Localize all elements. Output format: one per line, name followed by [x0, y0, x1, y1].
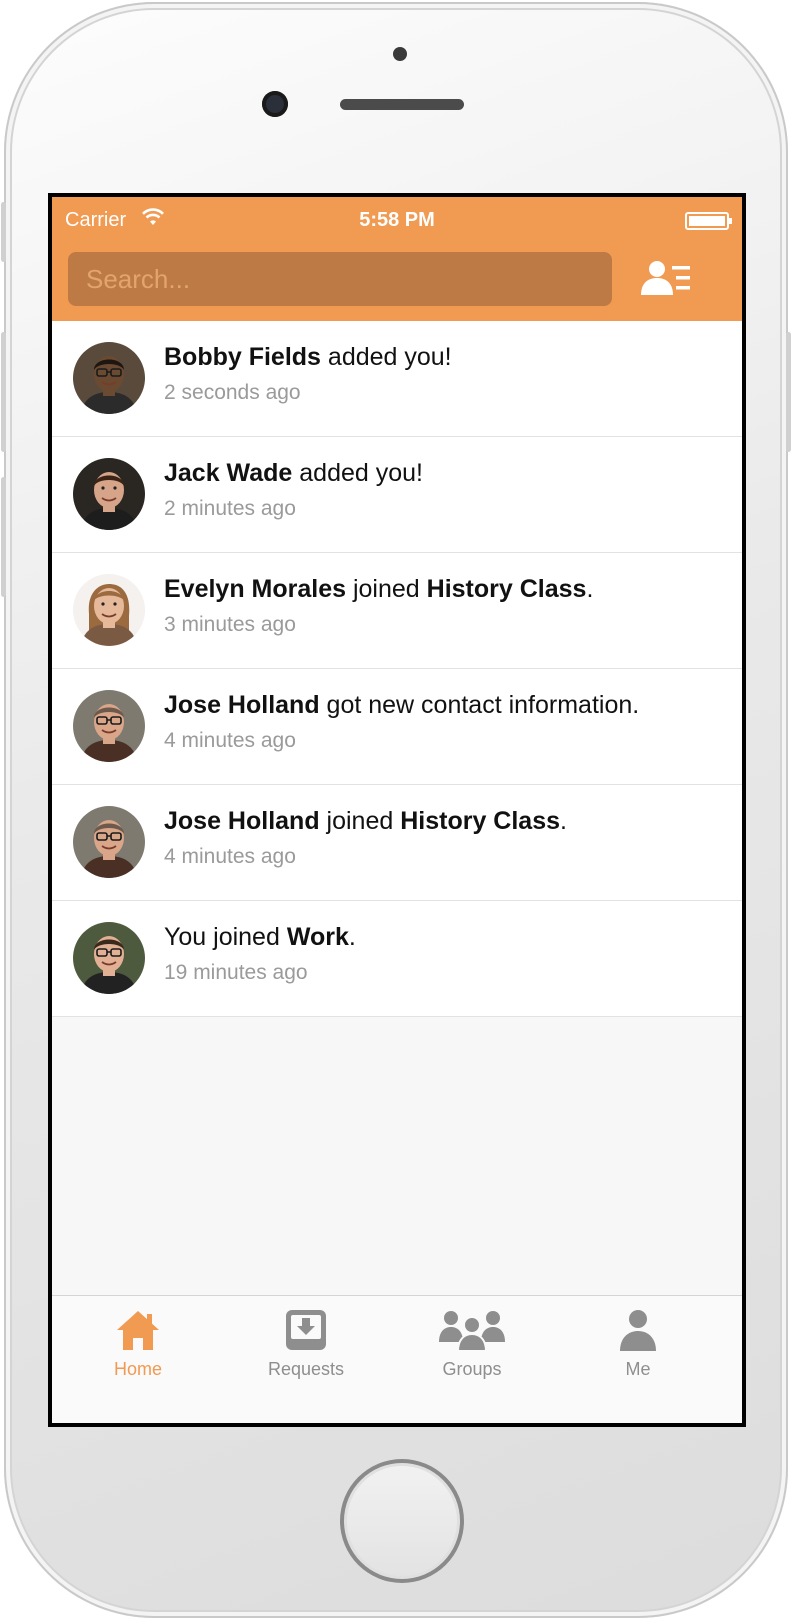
feed-message-text: got new contact information.	[319, 691, 640, 719]
feed-timestamp: 4 minutes ago	[164, 729, 296, 752]
tab-label: Home	[113, 1359, 162, 1379]
feed-message-text: .	[348, 923, 356, 951]
activity-feed: Bobby Fields added you! 2 seconds ago Jack…	[52, 321, 742, 1017]
tab-me[interactable]: Me	[552, 1296, 724, 1423]
battery-icon	[685, 212, 732, 230]
app-screen: Carrier 5:58 PM Search... Bobby Fields a…	[52, 197, 742, 1423]
mute-switch	[1, 202, 6, 262]
feed-message-emphasis: History Class	[400, 807, 561, 835]
proximity-sensor	[393, 47, 407, 61]
avatar[interactable]	[73, 922, 145, 994]
feed-timestamp: 4 minutes ago	[164, 845, 296, 868]
groups-icon	[436, 1308, 508, 1357]
feed-message: Jose Holland joined History Class.	[164, 807, 567, 836]
feed-message-emphasis: History Class	[426, 575, 587, 603]
feed-item[interactable]: Jack Wade added you! 2 minutes ago	[52, 437, 742, 553]
tab-label: Requests	[267, 1359, 345, 1379]
search-bar[interactable]	[68, 252, 612, 306]
requests-icon	[284, 1308, 328, 1357]
me-icon	[616, 1308, 660, 1357]
feed-message-emphasis: Jose Holland	[164, 691, 320, 719]
feed-message-text: joined	[319, 807, 401, 835]
feed-item[interactable]: Evelyn Morales joined History Class. 3 mi…	[52, 553, 742, 669]
power-button	[786, 332, 791, 452]
search-input[interactable]	[68, 252, 612, 306]
avatar[interactable]	[73, 342, 145, 414]
tab-groups[interactable]: Groups	[386, 1296, 558, 1423]
volume-down-button	[1, 477, 6, 597]
feed-timestamp: 3 minutes ago	[164, 613, 296, 636]
earpiece-speaker	[340, 99, 464, 110]
home-icon	[114, 1308, 162, 1357]
avatar[interactable]	[73, 806, 145, 878]
screen: Carrier 5:58 PM Search... Bobby Fields a…	[48, 193, 746, 1427]
feed-message: Jose Holland got new contact information…	[164, 691, 639, 720]
tab-label: Me	[625, 1359, 651, 1379]
feed-item[interactable]: You joined Work. 19 minutes ago	[52, 901, 742, 1017]
feed-item[interactable]: Jose Holland got new contact information…	[52, 669, 742, 785]
avatar[interactable]	[73, 458, 145, 530]
feed-message-text: You joined	[164, 923, 287, 951]
feed-timestamp: 2 seconds ago	[164, 381, 301, 404]
tab-requests[interactable]: Requests	[220, 1296, 392, 1423]
feed-message-emphasis: Bobby Fields	[164, 343, 321, 371]
feed-message: Jack Wade added you!	[164, 459, 423, 488]
feed-item[interactable]: Bobby Fields added you! 2 seconds ago	[52, 321, 742, 437]
tab-bar: Home Requests Groups Me	[52, 1295, 742, 1423]
feed-item[interactable]: Jose Holland joined History Class. 4 minu…	[52, 785, 742, 901]
feed-message-text: .	[560, 807, 567, 835]
home-button[interactable]	[340, 1459, 464, 1583]
status-bar: Carrier 5:58 PM	[52, 197, 742, 241]
tab-home[interactable]: Home	[52, 1296, 224, 1423]
feed-message-text: added you!	[320, 343, 452, 371]
tab-label: Groups	[442, 1359, 502, 1379]
avatar[interactable]	[73, 690, 145, 762]
feed-message-text: added you!	[292, 459, 423, 487]
feed-message-emphasis: Jose Holland	[164, 807, 320, 835]
avatar[interactable]	[73, 574, 145, 646]
contact-list-icon	[641, 261, 690, 295]
feed-timestamp: 2 minutes ago	[164, 497, 296, 520]
feed-message-text: joined	[346, 575, 427, 603]
volume-up-button	[1, 332, 6, 452]
feed-message: Bobby Fields added you!	[164, 343, 452, 372]
feed-message-emphasis: Evelyn Morales	[164, 575, 347, 603]
status-time: 5:58 PM	[359, 209, 435, 231]
feed-message: You joined Work.	[164, 923, 356, 952]
feed-message-emphasis: Jack Wade	[164, 459, 293, 487]
feed-message-emphasis: Work	[286, 923, 349, 951]
contacts-list-button[interactable]	[638, 257, 694, 301]
app-header: Carrier 5:58 PM	[52, 197, 742, 321]
feed-message-text: .	[586, 575, 594, 603]
feed-timestamp: 19 minutes ago	[164, 961, 308, 984]
feed-message: Evelyn Morales joined History Class.	[164, 575, 593, 604]
front-camera	[262, 91, 288, 117]
